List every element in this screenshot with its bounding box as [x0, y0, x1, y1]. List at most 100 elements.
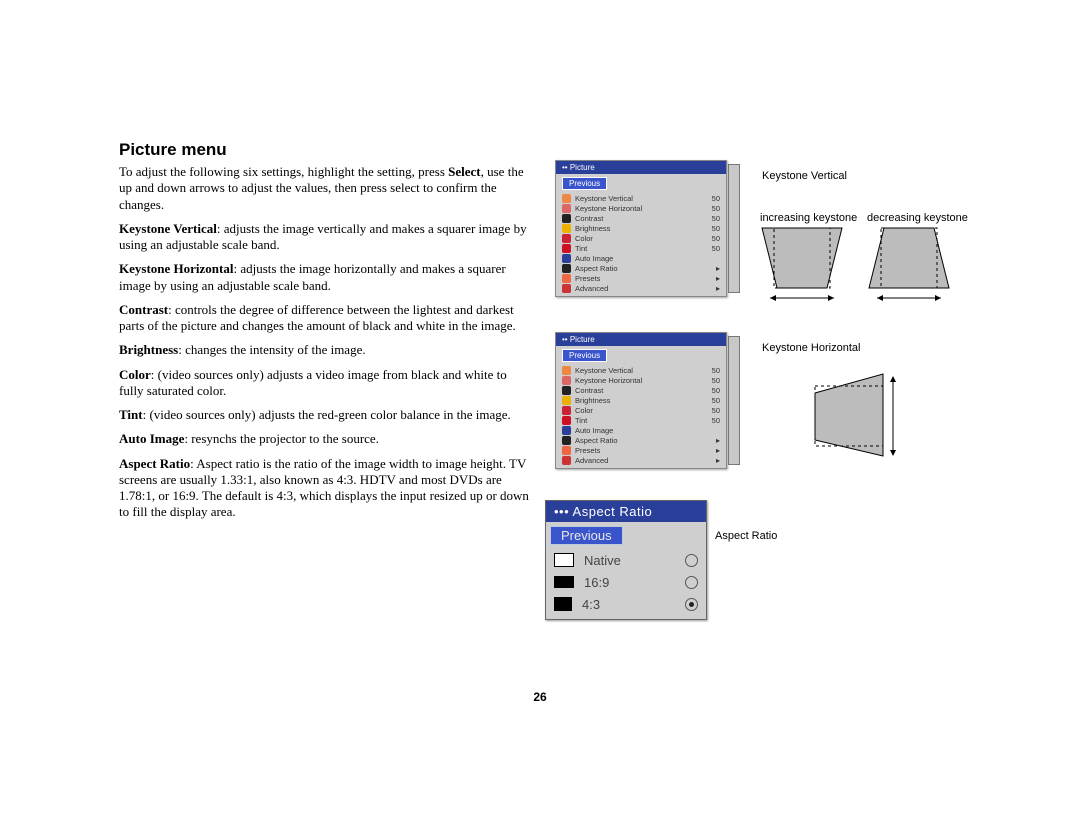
osd-item-label: Contrast	[575, 214, 712, 223]
contrast-term: Contrast	[119, 302, 168, 317]
intro-pre: To adjust the following six settings, hi…	[119, 164, 448, 179]
kv-paragraph: Keystone Vertical: adjusts the image ver…	[119, 221, 534, 254]
color-icon	[562, 406, 571, 415]
keystone-h-icon	[562, 376, 571, 385]
submenu-arrow-icon: ▸	[716, 284, 720, 293]
diagram-kv-increasing	[760, 226, 844, 307]
ar-43-label: 4:3	[582, 597, 685, 612]
advanced-icon	[562, 456, 571, 465]
osd-item-label: Aspect Ratio	[575, 264, 716, 273]
ar-169-radio	[685, 576, 698, 589]
tint-paragraph: Tint: (video sources only) adjusts the r…	[119, 407, 534, 423]
submenu-arrow-icon: ▸	[716, 436, 720, 445]
ar-43-icon	[554, 597, 572, 611]
intro-select-word: Select	[448, 164, 480, 179]
aspect-icon	[562, 264, 571, 273]
color-desc: : (video sources only) adjusts a video i…	[119, 367, 507, 398]
autoimage-icon	[562, 254, 571, 263]
autoimage-term: Auto Image	[119, 431, 184, 446]
osd-title-text: Picture	[570, 163, 595, 172]
caption-ar: Aspect Ratio	[715, 530, 777, 542]
color-term: Color	[119, 367, 151, 382]
picture-osd-menu-2: •• Picture Previous Keystone Vertical50 …	[555, 332, 727, 469]
contrast-desc: : controls the degree of difference betw…	[119, 302, 516, 333]
osd-item-label: Auto Image	[575, 254, 720, 263]
osd-item-value: 50	[712, 396, 720, 405]
color-paragraph: Color: (video sources only) adjusts a vi…	[119, 367, 534, 400]
autoimage-paragraph: Auto Image: resynchs the projector to th…	[119, 431, 534, 447]
osd-slider-track	[728, 164, 740, 293]
brightness-icon	[562, 396, 571, 405]
osd-item-value: 50	[712, 224, 720, 233]
brightness-desc: : changes the intensity of the image.	[178, 342, 365, 357]
osd-item-value: 50	[712, 244, 720, 253]
osd-item-label: Presets	[575, 446, 716, 455]
osd-item-label: Aspect Ratio	[575, 436, 716, 445]
aspect-ratio-osd: ••• Aspect Ratio Previous Native 16:9 4:…	[545, 500, 707, 620]
aspect-term: Aspect Ratio	[119, 456, 190, 471]
ar-previous-button: Previous	[550, 526, 623, 545]
tint-icon	[562, 416, 571, 425]
presets-icon	[562, 446, 571, 455]
osd-item-label: Presets	[575, 274, 716, 283]
tint-term: Tint	[119, 407, 143, 422]
presets-icon	[562, 274, 571, 283]
osd-item-value: 50	[712, 194, 720, 203]
osd-item-label: Contrast	[575, 386, 712, 395]
tint-desc: : (video sources only) adjusts the red-g…	[143, 407, 511, 422]
osd-item-label: Advanced	[575, 456, 716, 465]
aspect-paragraph: Aspect Ratio: Aspect ratio is the ratio …	[119, 456, 534, 521]
keystone-v-icon	[562, 194, 571, 203]
ar-native-icon	[554, 553, 574, 567]
osd-item-label: Brightness	[575, 224, 712, 233]
osd-item-value: 50	[712, 214, 720, 223]
diagram-kh	[805, 368, 905, 471]
osd-previous-button: Previous	[562, 349, 607, 362]
brightness-icon	[562, 224, 571, 233]
osd-slider-track	[728, 336, 740, 465]
caption-dec: decreasing keystone	[867, 212, 968, 224]
osd-item-label: Keystone Horizontal	[575, 376, 712, 385]
ar-title: ••• Aspect Ratio	[546, 501, 706, 522]
color-icon	[562, 234, 571, 243]
picture-osd-menu-1: •• Picture Previous Keystone Vertical50 …	[555, 160, 727, 297]
osd-item-label: Tint	[575, 416, 712, 425]
osd-item-value: 50	[712, 376, 720, 385]
ar-43-radio-selected	[685, 598, 698, 611]
kv-term: Keystone Vertical	[119, 221, 217, 236]
diagram-kv-decreasing	[867, 226, 951, 307]
submenu-arrow-icon: ▸	[716, 264, 720, 273]
caption-inc: increasing keystone	[760, 212, 857, 224]
osd-title: •• Picture	[556, 161, 726, 174]
body-text-column: To adjust the following six settings, hi…	[119, 164, 534, 529]
page-title: Picture menu	[119, 140, 227, 160]
ar-native-label: Native	[584, 553, 685, 568]
osd-item-label: Auto Image	[575, 426, 720, 435]
ar-169-icon	[554, 576, 574, 588]
osd-title: •• Picture	[556, 333, 726, 346]
page-number: 26	[0, 690, 1080, 704]
keystone-v-icon	[562, 366, 571, 375]
caption-kv: Keystone Vertical	[762, 170, 847, 182]
intro-paragraph: To adjust the following six settings, hi…	[119, 164, 534, 213]
osd-item-label: Keystone Vertical	[575, 194, 712, 203]
brightness-paragraph: Brightness: changes the intensity of the…	[119, 342, 534, 358]
aspect-icon	[562, 436, 571, 445]
osd-item-value: 50	[712, 406, 720, 415]
osd-item-value: 50	[712, 386, 720, 395]
osd-item-label: Keystone Horizontal	[575, 204, 712, 213]
osd-item-value: 50	[712, 204, 720, 213]
osd-item-label: Advanced	[575, 284, 716, 293]
tint-icon	[562, 244, 571, 253]
osd-item-label: Brightness	[575, 396, 712, 405]
keystone-h-icon	[562, 204, 571, 213]
osd-previous-button: Previous	[562, 177, 607, 190]
osd-item-value: 50	[712, 366, 720, 375]
osd-title-text: Picture	[570, 335, 595, 344]
contrast-paragraph: Contrast: controls the degree of differe…	[119, 302, 534, 335]
contrast-icon	[562, 386, 571, 395]
osd-item-label: Color	[575, 234, 712, 243]
ar-native-radio	[685, 554, 698, 567]
kh-paragraph: Keystone Horizontal: adjusts the image h…	[119, 261, 534, 294]
osd-item-label: Keystone Vertical	[575, 366, 712, 375]
